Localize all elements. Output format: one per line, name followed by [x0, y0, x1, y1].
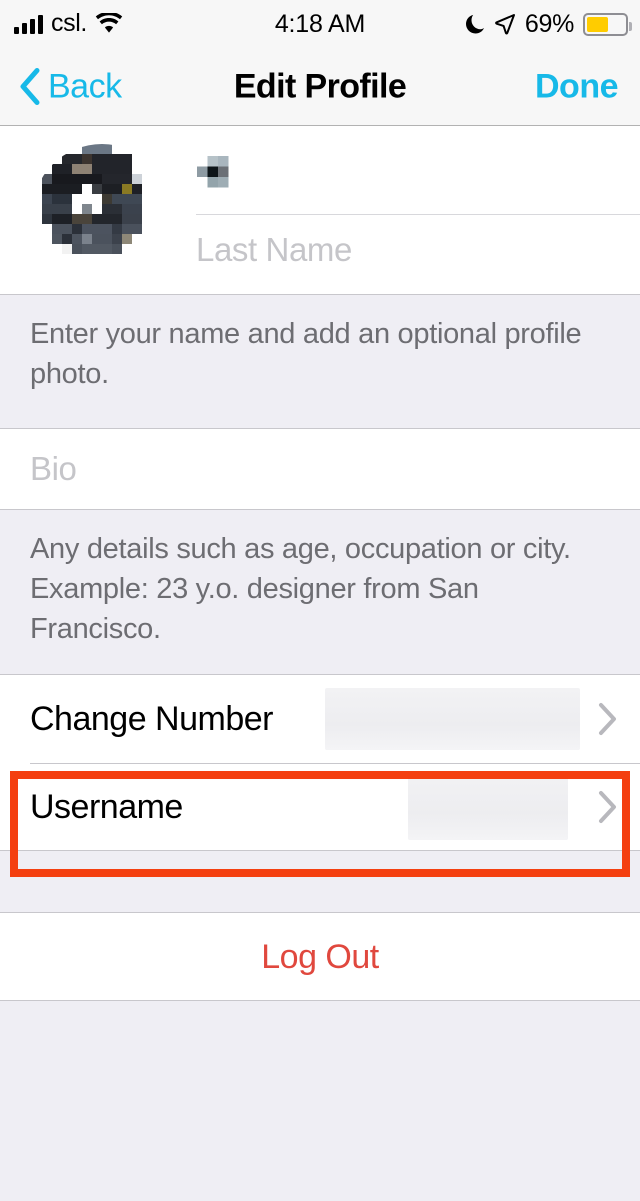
battery-percent-label: 69% — [524, 9, 574, 38]
bio-section[interactable]: Bio — [0, 429, 640, 509]
settings-spacer — [0, 851, 640, 913]
avatar-pixelated-image — [32, 144, 172, 284]
username-label: Username — [30, 787, 183, 826]
chevron-right-icon — [598, 702, 618, 736]
status-bar-right: 69% — [463, 9, 632, 39]
change-number-redacted-value — [325, 688, 580, 750]
logout-label: Log Out — [261, 937, 379, 976]
navigation-bar: Back Edit Profile Done — [0, 48, 640, 126]
logout-row[interactable]: Log Out — [0, 913, 640, 1001]
divider — [30, 763, 640, 764]
name-fields: Last Name — [196, 144, 640, 284]
chevron-right-icon — [598, 790, 618, 824]
done-button[interactable]: Done — [535, 67, 619, 106]
account-settings-group: Change Number Username — [0, 675, 640, 851]
divider — [0, 509, 640, 510]
profile-name-section: Last Name — [0, 126, 640, 294]
last-name-field[interactable]: Last Name — [196, 215, 640, 285]
avatar[interactable] — [32, 144, 172, 284]
name-footer-text: Enter your name and add an optional prof… — [30, 318, 582, 391]
first-name-field[interactable] — [196, 144, 640, 215]
bio-footer-text: Any details such as age, occupation or c… — [30, 533, 571, 646]
change-number-label: Change Number — [30, 699, 273, 738]
bottom-spacer — [0, 1001, 640, 1201]
moon-icon — [463, 12, 485, 36]
battery-fill — [587, 16, 609, 32]
name-footer-note: Enter your name and add an optional prof… — [0, 294, 640, 429]
divider — [0, 294, 640, 295]
first-name-redacted-value — [196, 155, 240, 203]
location-arrow-icon — [494, 13, 516, 35]
settings-content: Last Name Enter your name and add an opt… — [0, 126, 640, 1201]
battery-icon — [583, 12, 632, 36]
edit-profile-screen: csl. 4:18 AM 69% Back Edit Profile Done … — [0, 0, 640, 1201]
username-row[interactable]: Username — [0, 763, 640, 851]
username-redacted-value — [408, 774, 568, 840]
bio-placeholder: Bio — [30, 450, 77, 487]
last-name-placeholder: Last Name — [196, 231, 352, 268]
bio-footer-note: Any details such as age, occupation or c… — [0, 509, 640, 675]
status-bar: csl. 4:18 AM 69% — [0, 0, 640, 48]
change-number-row[interactable]: Change Number — [0, 675, 640, 763]
